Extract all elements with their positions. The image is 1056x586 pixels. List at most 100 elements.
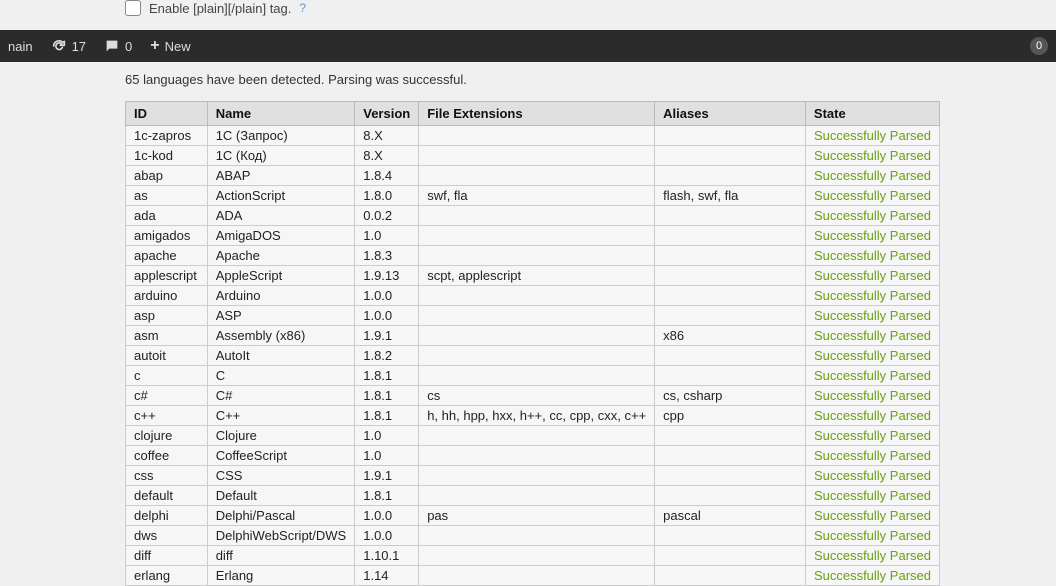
cell-extensions: scpt, applescript (419, 266, 655, 286)
cell-name: Assembly (x86) (207, 326, 355, 346)
toolbar-notification-badge[interactable]: 0 (1030, 37, 1048, 55)
toolbar-refresh-count: 17 (72, 39, 86, 54)
table-row: diffdiff1.10.1Successfully Parsed (126, 546, 940, 566)
enable-plain-tag-checkbox[interactable] (125, 0, 141, 16)
cell-name: C# (207, 386, 355, 406)
state-link[interactable]: Successfully Parsed (814, 328, 931, 343)
state-link[interactable]: Successfully Parsed (814, 288, 931, 303)
toolbar-new[interactable]: + New (150, 38, 190, 54)
state-link[interactable]: Successfully Parsed (814, 408, 931, 423)
cell-aliases (655, 486, 806, 506)
table-row: autoitAutoIt1.8.2Successfully Parsed (126, 346, 940, 366)
th-extensions: File Extensions (419, 102, 655, 126)
cell-aliases: flash, swf, fla (655, 186, 806, 206)
state-link[interactable]: Successfully Parsed (814, 268, 931, 283)
state-link[interactable]: Successfully Parsed (814, 348, 931, 363)
state-link[interactable]: Successfully Parsed (814, 568, 931, 583)
table-row: delphiDelphi/Pascal1.0.0paspascalSuccess… (126, 506, 940, 526)
cell-aliases: cpp (655, 406, 806, 426)
cell-aliases (655, 566, 806, 586)
cell-id: css (126, 466, 208, 486)
cell-extensions (419, 566, 655, 586)
cell-name: Apache (207, 246, 355, 266)
state-link[interactable]: Successfully Parsed (814, 368, 931, 383)
state-link[interactable]: Successfully Parsed (814, 128, 931, 143)
cell-version: 1.9.13 (355, 266, 419, 286)
cell-name: 1C (Запрос) (207, 126, 355, 146)
state-link[interactable]: Successfully Parsed (814, 308, 931, 323)
cell-state: Successfully Parsed (805, 306, 939, 326)
cell-extensions (419, 126, 655, 146)
cell-version: 1.8.1 (355, 486, 419, 506)
cell-extensions (419, 326, 655, 346)
cell-extensions (419, 166, 655, 186)
cell-aliases: cs, csharp (655, 386, 806, 406)
state-link[interactable]: Successfully Parsed (814, 388, 931, 403)
state-link[interactable]: Successfully Parsed (814, 448, 931, 463)
cell-state: Successfully Parsed (805, 146, 939, 166)
cell-id: ada (126, 206, 208, 226)
parse-status-text: 65 languages have been detected. Parsing… (125, 72, 1056, 87)
toolbar-site-name[interactable]: nain (8, 39, 33, 54)
table-row: adaADA0.0.2Successfully Parsed (126, 206, 940, 226)
table-row: c#C#1.8.1cscs, csharpSuccessfully Parsed (126, 386, 940, 406)
state-link[interactable]: Successfully Parsed (814, 508, 931, 523)
cell-aliases (655, 466, 806, 486)
table-row: clojureClojure1.0Successfully Parsed (126, 426, 940, 446)
cell-state: Successfully Parsed (805, 286, 939, 306)
cell-id: arduino (126, 286, 208, 306)
comment-icon (104, 38, 120, 54)
languages-table: ID Name Version File Extensions Aliases … (125, 101, 940, 586)
cell-version: 1.8.4 (355, 166, 419, 186)
state-link[interactable]: Successfully Parsed (814, 168, 931, 183)
help-icon[interactable]: ? (299, 1, 306, 15)
cell-id: c (126, 366, 208, 386)
cell-version: 1.0 (355, 446, 419, 466)
toolbar-comment-count: 0 (125, 39, 132, 54)
state-link[interactable]: Successfully Parsed (814, 228, 931, 243)
state-link[interactable]: Successfully Parsed (814, 428, 931, 443)
cell-extensions (419, 226, 655, 246)
state-link[interactable]: Successfully Parsed (814, 208, 931, 223)
cell-name: 1C (Код) (207, 146, 355, 166)
cell-extensions (419, 446, 655, 466)
cell-state: Successfully Parsed (805, 546, 939, 566)
cell-state: Successfully Parsed (805, 246, 939, 266)
cell-extensions (419, 286, 655, 306)
cell-extensions (419, 526, 655, 546)
cell-name: DelphiWebScript/DWS (207, 526, 355, 546)
state-link[interactable]: Successfully Parsed (814, 148, 931, 163)
toolbar-refresh[interactable]: 17 (51, 38, 86, 54)
cell-state: Successfully Parsed (805, 326, 939, 346)
state-link[interactable]: Successfully Parsed (814, 528, 931, 543)
state-link[interactable]: Successfully Parsed (814, 488, 931, 503)
cell-id: asp (126, 306, 208, 326)
cell-extensions: pas (419, 506, 655, 526)
cell-extensions (419, 146, 655, 166)
cell-version: 1.0 (355, 226, 419, 246)
cell-id: dws (126, 526, 208, 546)
cell-state: Successfully Parsed (805, 466, 939, 486)
cell-id: apache (126, 246, 208, 266)
cell-state: Successfully Parsed (805, 486, 939, 506)
cell-id: abap (126, 166, 208, 186)
toolbar-comments[interactable]: 0 (104, 38, 132, 54)
state-link[interactable]: Successfully Parsed (814, 188, 931, 203)
cell-aliases (655, 546, 806, 566)
state-link[interactable]: Successfully Parsed (814, 468, 931, 483)
state-link[interactable]: Successfully Parsed (814, 248, 931, 263)
table-row: abapABAP1.8.4 Successfully Parsed (126, 166, 940, 186)
plus-icon: + (150, 38, 159, 54)
cell-version: 1.0.0 (355, 526, 419, 546)
cell-name: ActionScript (207, 186, 355, 206)
cell-name: AmigaDOS (207, 226, 355, 246)
cell-name: ABAP (207, 166, 355, 186)
state-link[interactable]: Successfully Parsed (814, 548, 931, 563)
cell-id: amigados (126, 226, 208, 246)
cell-extensions: swf, fla (419, 186, 655, 206)
cell-state: Successfully Parsed (805, 266, 939, 286)
cell-extensions (419, 366, 655, 386)
table-row: cC1.8.1Successfully Parsed (126, 366, 940, 386)
cell-id: 1c-kod (126, 146, 208, 166)
table-row: coffeeCoffeeScript1.0Successfully Parsed (126, 446, 940, 466)
